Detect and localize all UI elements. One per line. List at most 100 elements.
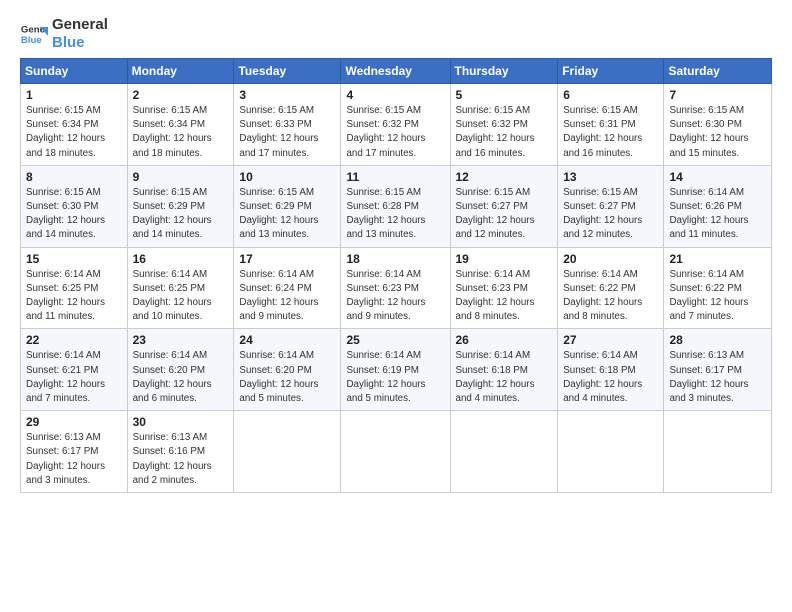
day-cell-7: 7 Sunrise: 6:15 AM Sunset: 6:30 PM Daylig… xyxy=(664,84,772,166)
day-number: 21 xyxy=(669,252,766,266)
day-number: 26 xyxy=(456,333,553,347)
day-number: 4 xyxy=(346,88,444,102)
empty-cell xyxy=(341,411,450,493)
day-info: Sunrise: 6:15 AM Sunset: 6:33 PM Dayligh… xyxy=(239,104,335,161)
day-number: 8 xyxy=(26,170,122,184)
day-info: Sunrise: 6:14 AM Sunset: 6:20 PM Dayligh… xyxy=(239,349,335,406)
day-info: Sunrise: 6:14 AM Sunset: 6:23 PM Dayligh… xyxy=(346,268,444,325)
empty-cell xyxy=(234,411,341,493)
day-cell-19: 19 Sunrise: 6:14 AM Sunset: 6:23 PM Dayli… xyxy=(450,247,558,329)
day-info: Sunrise: 6:14 AM Sunset: 6:24 PM Dayligh… xyxy=(239,268,335,325)
calendar-page: General Blue GeneralBlue SundayMondayTue… xyxy=(0,0,792,612)
day-number: 10 xyxy=(239,170,335,184)
day-cell-29: 29 Sunrise: 6:13 AM Sunset: 6:17 PM Dayli… xyxy=(21,411,128,493)
day-cell-10: 10 Sunrise: 6:15 AM Sunset: 6:29 PM Dayli… xyxy=(234,165,341,247)
day-number: 30 xyxy=(133,415,229,429)
day-info: Sunrise: 6:14 AM Sunset: 6:20 PM Dayligh… xyxy=(133,349,229,406)
week-row-1: 1 Sunrise: 6:15 AM Sunset: 6:34 PM Daylig… xyxy=(21,84,772,166)
day-cell-9: 9 Sunrise: 6:15 AM Sunset: 6:29 PM Daylig… xyxy=(127,165,234,247)
day-cell-3: 3 Sunrise: 6:15 AM Sunset: 6:33 PM Daylig… xyxy=(234,84,341,166)
logo: General Blue GeneralBlue xyxy=(20,16,108,52)
day-number: 15 xyxy=(26,252,122,266)
day-number: 27 xyxy=(563,333,658,347)
weekday-saturday: Saturday xyxy=(664,59,772,84)
day-info: Sunrise: 6:14 AM Sunset: 6:18 PM Dayligh… xyxy=(563,349,658,406)
day-number: 2 xyxy=(133,88,229,102)
day-info: Sunrise: 6:15 AM Sunset: 6:28 PM Dayligh… xyxy=(346,186,444,243)
day-cell-13: 13Sunrise: 6:15 AM Sunset: 6:27 PM Dayli… xyxy=(558,165,664,247)
day-cell-28: 28 Sunrise: 6:13 AM Sunset: 6:17 PM Dayli… xyxy=(664,329,772,411)
week-row-4: 22 Sunrise: 6:14 AM Sunset: 6:21 PM Dayli… xyxy=(21,329,772,411)
logo-icon: General Blue xyxy=(20,20,48,48)
day-info: Sunrise: 6:14 AM Sunset: 6:22 PM Dayligh… xyxy=(563,268,658,325)
week-row-3: 15 Sunrise: 6:14 AM Sunset: 6:25 PM Dayli… xyxy=(21,247,772,329)
day-cell-24: 24 Sunrise: 6:14 AM Sunset: 6:20 PM Dayli… xyxy=(234,329,341,411)
day-cell-21: 21 Sunrise: 6:14 AM Sunset: 6:22 PM Dayli… xyxy=(664,247,772,329)
day-number: 19 xyxy=(456,252,553,266)
day-info: Sunrise: 6:15 AM Sunset: 6:29 PM Dayligh… xyxy=(239,186,335,243)
day-info: Sunrise: 6:14 AM Sunset: 6:18 PM Dayligh… xyxy=(456,349,553,406)
day-cell-22: 22 Sunrise: 6:14 AM Sunset: 6:21 PM Dayli… xyxy=(21,329,128,411)
day-number: 7 xyxy=(669,88,766,102)
day-cell-23: 23 Sunrise: 6:14 AM Sunset: 6:20 PM Dayli… xyxy=(127,329,234,411)
weekday-header-row: SundayMondayTuesdayWednesdayThursdayFrid… xyxy=(21,59,772,84)
empty-cell xyxy=(664,411,772,493)
day-cell-17: 17 Sunrise: 6:14 AM Sunset: 6:24 PM Dayli… xyxy=(234,247,341,329)
day-number: 20 xyxy=(563,252,658,266)
day-info: Sunrise: 6:15 AM Sunset: 6:32 PM Dayligh… xyxy=(456,104,553,161)
day-info: Sunrise: 6:15 AM Sunset: 6:34 PM Dayligh… xyxy=(133,104,229,161)
day-cell-27: 27 Sunrise: 6:14 AM Sunset: 6:18 PM Dayli… xyxy=(558,329,664,411)
day-number: 17 xyxy=(239,252,335,266)
day-number: 22 xyxy=(26,333,122,347)
day-info: Sunrise: 6:13 AM Sunset: 6:17 PM Dayligh… xyxy=(669,349,766,406)
day-number: 28 xyxy=(669,333,766,347)
day-number: 6 xyxy=(563,88,658,102)
weekday-tuesday: Tuesday xyxy=(234,59,341,84)
day-cell-4: 4 Sunrise: 6:15 AM Sunset: 6:32 PM Daylig… xyxy=(341,84,450,166)
day-info: Sunrise: 6:13 AM Sunset: 6:16 PM Dayligh… xyxy=(133,431,229,488)
day-info: Sunrise: 6:15 AM Sunset: 6:29 PM Dayligh… xyxy=(133,186,229,243)
calendar-table: SundayMondayTuesdayWednesdayThursdayFrid… xyxy=(20,58,772,493)
day-number: 24 xyxy=(239,333,335,347)
logo-text: GeneralBlue xyxy=(52,16,108,52)
day-info: Sunrise: 6:14 AM Sunset: 6:22 PM Dayligh… xyxy=(669,268,766,325)
day-cell-6: 6 Sunrise: 6:15 AM Sunset: 6:31 PM Daylig… xyxy=(558,84,664,166)
day-cell-20: 20 Sunrise: 6:14 AM Sunset: 6:22 PM Dayli… xyxy=(558,247,664,329)
day-number: 18 xyxy=(346,252,444,266)
day-cell-14: 14 Sunrise: 6:14 AM Sunset: 6:26 PM Dayli… xyxy=(664,165,772,247)
day-info: Sunrise: 6:15 AM Sunset: 6:34 PM Dayligh… xyxy=(26,104,122,161)
day-number: 1 xyxy=(26,88,122,102)
day-info: Sunrise: 6:14 AM Sunset: 6:25 PM Dayligh… xyxy=(26,268,122,325)
week-row-5: 29 Sunrise: 6:13 AM Sunset: 6:17 PM Dayli… xyxy=(21,411,772,493)
day-info: Sunrise: 6:13 AM Sunset: 6:17 PM Dayligh… xyxy=(26,431,122,488)
day-number: 13 xyxy=(563,170,658,184)
day-info: Sunrise: 6:15 AM Sunset: 6:30 PM Dayligh… xyxy=(669,104,766,161)
day-info: Sunrise: 6:15 AM Sunset: 6:27 PM Dayligh… xyxy=(456,186,553,243)
day-info: Sunrise: 6:14 AM Sunset: 6:21 PM Dayligh… xyxy=(26,349,122,406)
weekday-friday: Friday xyxy=(558,59,664,84)
day-info: Sunrise: 6:14 AM Sunset: 6:23 PM Dayligh… xyxy=(456,268,553,325)
svg-text:Blue: Blue xyxy=(21,35,42,46)
weekday-sunday: Sunday xyxy=(21,59,128,84)
empty-cell xyxy=(450,411,558,493)
day-cell-11: 11 Sunrise: 6:15 AM Sunset: 6:28 PM Dayli… xyxy=(341,165,450,247)
day-info: Sunrise: 6:14 AM Sunset: 6:26 PM Dayligh… xyxy=(669,186,766,243)
day-number: 14 xyxy=(669,170,766,184)
day-number: 16 xyxy=(133,252,229,266)
day-cell-30: 30 Sunrise: 6:13 AM Sunset: 6:16 PM Dayli… xyxy=(127,411,234,493)
week-row-2: 8 Sunrise: 6:15 AM Sunset: 6:30 PM Daylig… xyxy=(21,165,772,247)
day-cell-16: 16 Sunrise: 6:14 AM Sunset: 6:25 PM Dayli… xyxy=(127,247,234,329)
day-info: Sunrise: 6:15 AM Sunset: 6:32 PM Dayligh… xyxy=(346,104,444,161)
day-number: 9 xyxy=(133,170,229,184)
day-info: Sunrise: 6:14 AM Sunset: 6:25 PM Dayligh… xyxy=(133,268,229,325)
day-number: 23 xyxy=(133,333,229,347)
day-number: 11 xyxy=(346,170,444,184)
day-info: Sunrise: 6:15 AM Sunset: 6:31 PM Dayligh… xyxy=(563,104,658,161)
day-number: 29 xyxy=(26,415,122,429)
day-number: 3 xyxy=(239,88,335,102)
day-cell-25: 25Sunrise: 6:14 AM Sunset: 6:19 PM Dayli… xyxy=(341,329,450,411)
weekday-thursday: Thursday xyxy=(450,59,558,84)
weekday-monday: Monday xyxy=(127,59,234,84)
day-info: Sunrise: 6:15 AM Sunset: 6:30 PM Dayligh… xyxy=(26,186,122,243)
day-number: 5 xyxy=(456,88,553,102)
